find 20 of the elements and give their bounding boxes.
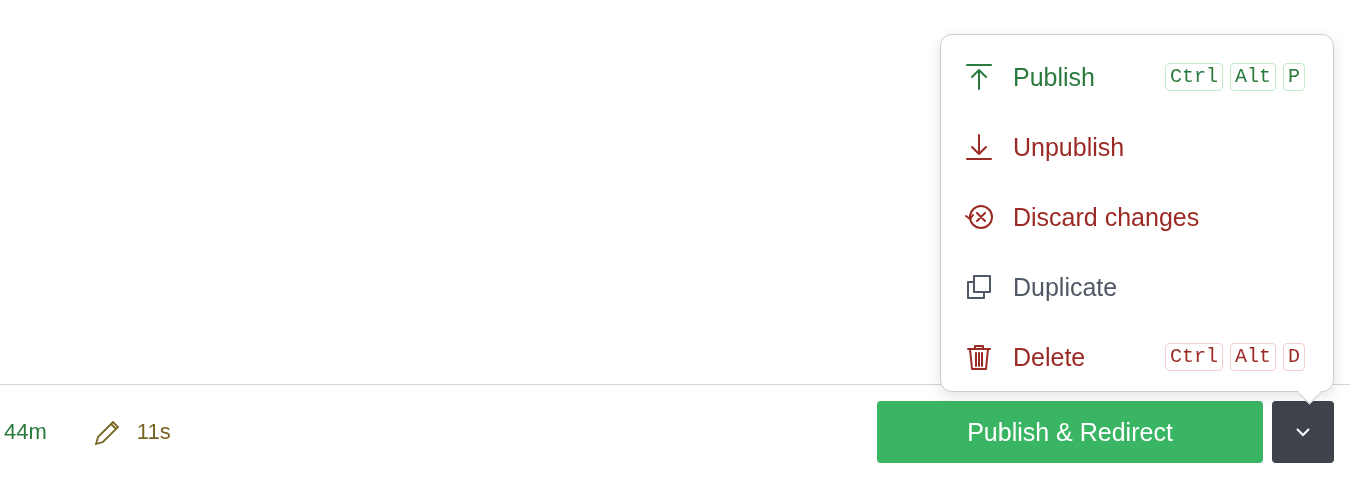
- download-icon: [965, 133, 993, 161]
- shortcut-key: Ctrl: [1164, 63, 1223, 91]
- shortcut-key: Alt: [1229, 343, 1276, 371]
- menu-item[interactable]: Discard changes: [1013, 202, 1200, 232]
- menu-item[interactable]: Delete: [1013, 342, 1086, 372]
- age-time: 44m: [4, 419, 47, 445]
- trash-icon: [965, 343, 993, 371]
- edit-time: 11s: [136, 419, 171, 445]
- discard-icon: [965, 203, 993, 231]
- shortcut-key: P: [1283, 63, 1305, 91]
- shortcut-key: Alt: [1229, 63, 1276, 91]
- upload-icon: [965, 63, 993, 91]
- menu-item[interactable]: Duplicate: [1013, 272, 1118, 302]
- dropdown-toggle-button[interactable]: [1272, 401, 1334, 463]
- menu-item[interactable]: Unpublish: [1013, 132, 1125, 162]
- shortcut-key: D: [1283, 343, 1305, 371]
- menu-item[interactable]: Publish: [1013, 62, 1095, 92]
- copy-icon: [965, 273, 993, 301]
- shortcut-key: Ctrl: [1164, 343, 1223, 371]
- chevron-down-icon: [1295, 427, 1311, 437]
